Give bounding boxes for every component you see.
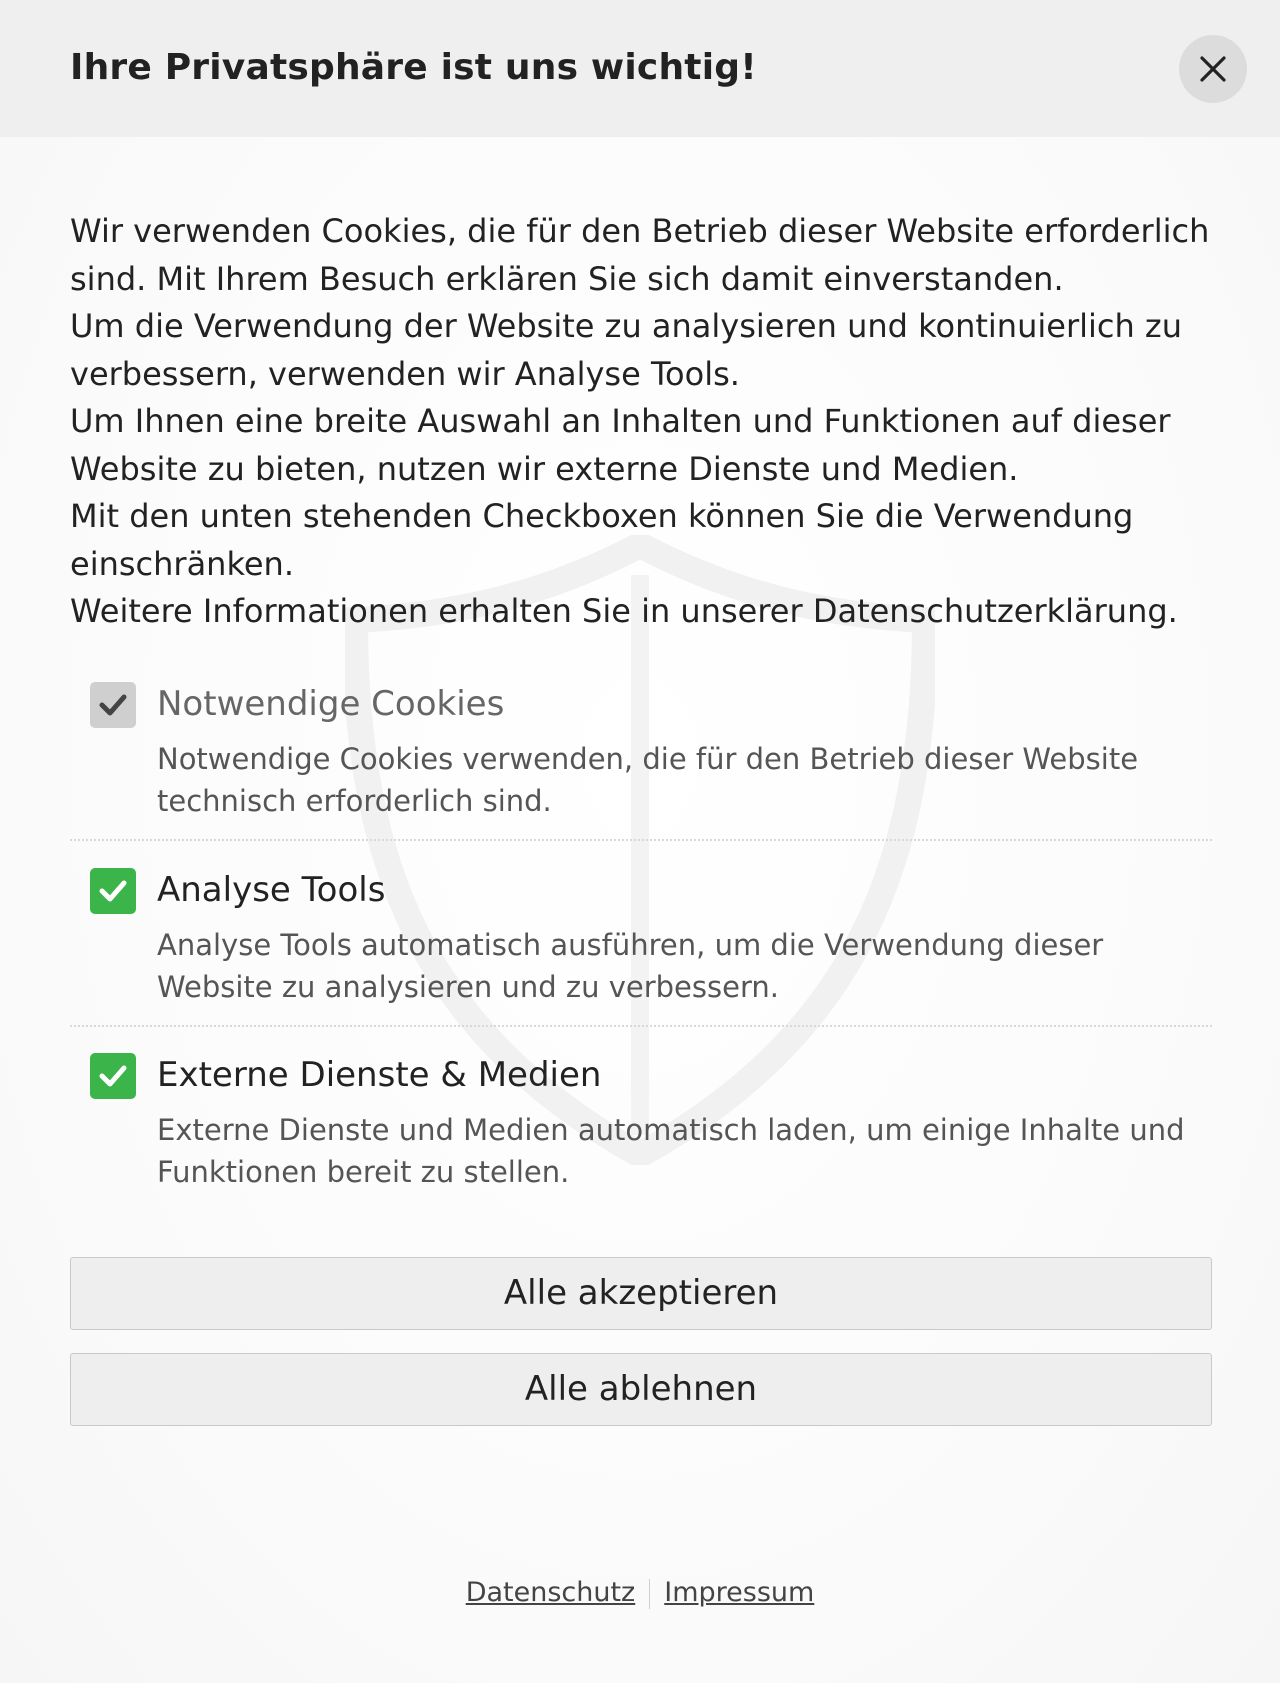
option-necessary-cookies: Notwendige Cookies Notwendige Cookies ve…: [70, 676, 1212, 841]
intro-line: sind. Mit Ihrem Besuch erklären Sie sich…: [70, 259, 1064, 298]
intro-text: Wir verwenden Cookies, die für den Betri…: [70, 208, 1230, 636]
option-external-media: Externe Dienste & Medien Externe Dienste…: [70, 1047, 1212, 1197]
close-button[interactable]: [1179, 35, 1247, 103]
dialog-header: Ihre Privatsphäre ist uns wichtig!: [0, 0, 1280, 137]
option-title: Analyse Tools: [157, 870, 386, 910]
intro-line: einschränken.: [70, 544, 294, 583]
intro-line: Weitere Informationen erhalten Sie in un…: [70, 592, 1178, 630]
intro-line: Website zu bieten, nutzen wir externe Di…: [70, 449, 1019, 488]
accept-all-button[interactable]: Alle akzeptieren: [70, 1257, 1212, 1330]
checkbox-analysis-tools[interactable]: [90, 868, 136, 914]
close-icon: [1200, 56, 1226, 82]
intro-line: Um Ihnen eine breite Auswahl an Inhalten…: [70, 402, 1171, 440]
footer-links: Datenschutz Impressum: [0, 1577, 1280, 1609]
option-analysis-tools: Analyse Tools Analyse Tools automatisch …: [70, 862, 1212, 1027]
checkbox-necessary-cookies[interactable]: [90, 682, 136, 728]
option-description: Analyse Tools automatisch ausführen, um …: [157, 928, 1104, 1004]
checkbox-external-media[interactable]: [90, 1053, 136, 1099]
link-divider: [649, 1578, 651, 1609]
intro-line: Um die Verwendung der Website zu analysi…: [70, 307, 1182, 345]
intro-line: Mit den unten stehenden Checkboxen könne…: [70, 497, 1134, 535]
privacy-link[interactable]: Datenschutz: [466, 1577, 636, 1608]
option-description: Externe Dienste und Medien automatisch l…: [157, 1113, 1185, 1189]
check-icon: [99, 1065, 127, 1087]
check-icon: [99, 880, 127, 902]
option-title: Notwendige Cookies: [157, 684, 505, 724]
option-title: Externe Dienste & Medien: [157, 1055, 602, 1095]
decline-all-button[interactable]: Alle ablehnen: [70, 1353, 1212, 1426]
intro-line: Wir verwenden Cookies, die für den Betri…: [70, 212, 1210, 250]
dialog-title: Ihre Privatsphäre ist uns wichtig!: [70, 47, 757, 88]
intro-line: verbessern, verwenden wir Analyse Tools.: [70, 354, 740, 393]
check-icon: [99, 694, 127, 716]
option-description: Notwendige Cookies verwenden, die für de…: [157, 742, 1139, 818]
privacy-dialog: Ihre Privatsphäre ist uns wichtig! Wir v…: [0, 0, 1280, 1683]
imprint-link[interactable]: Impressum: [664, 1577, 814, 1608]
